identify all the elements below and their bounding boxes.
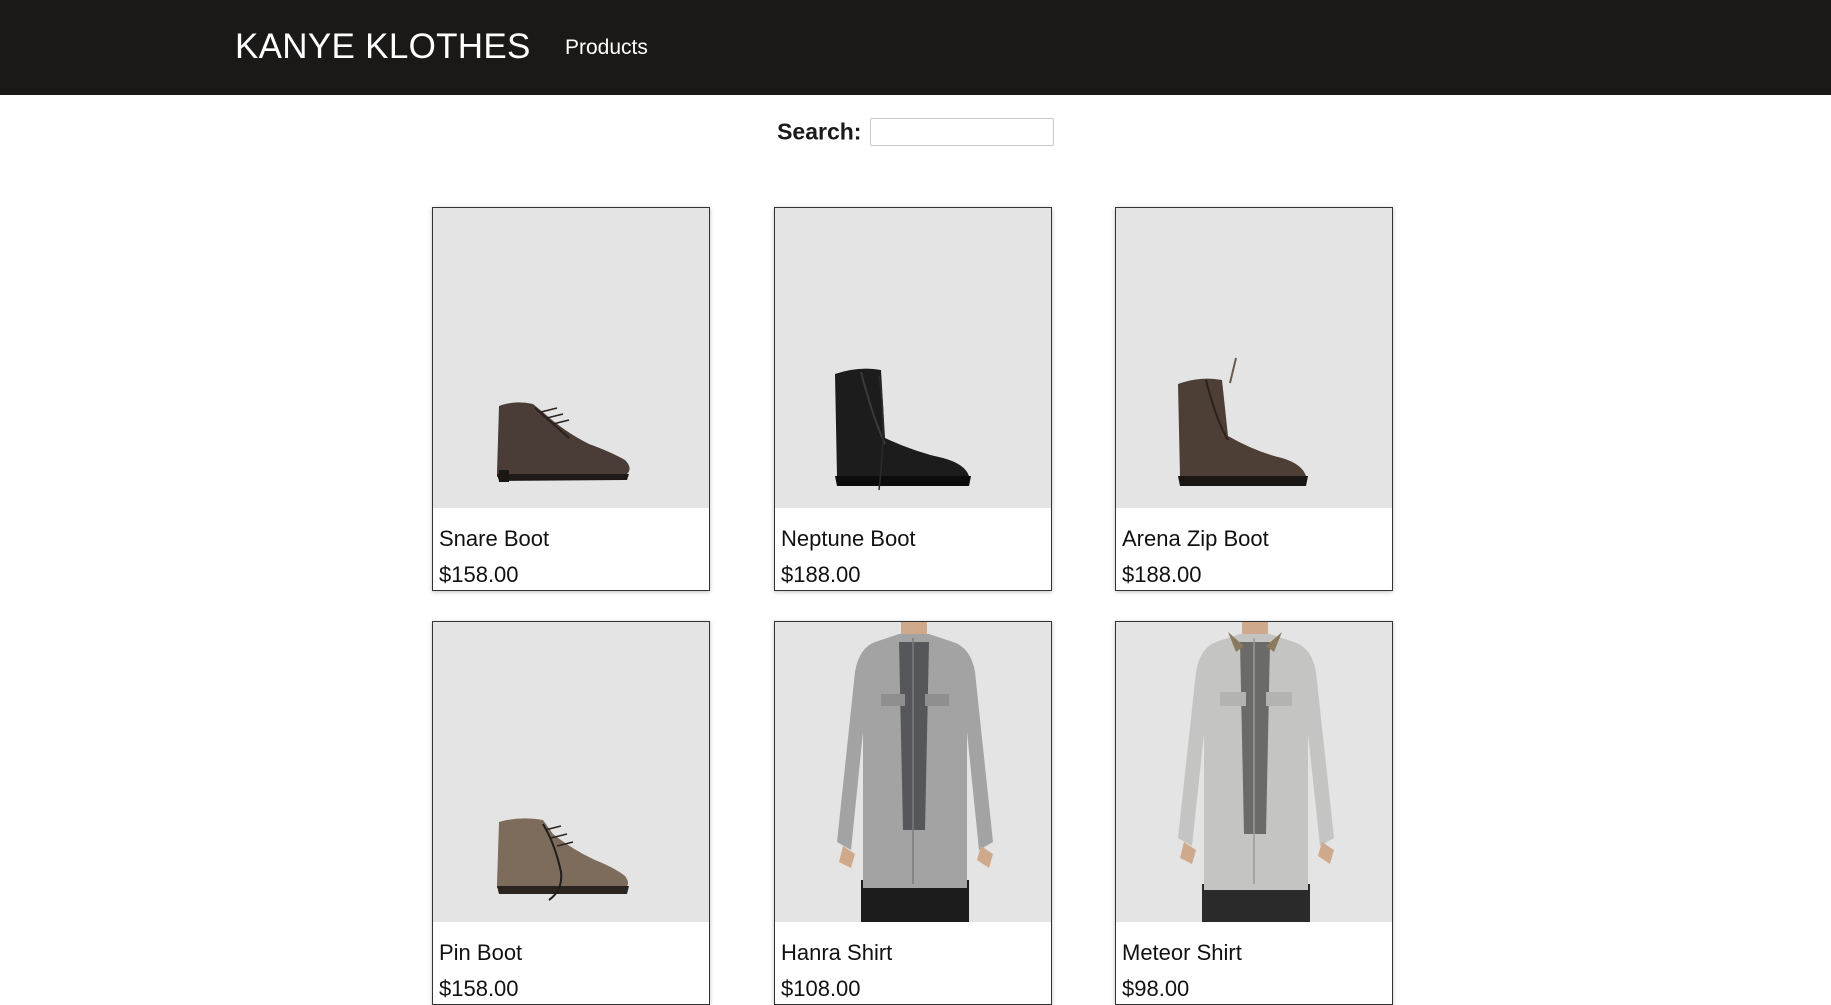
product-price: $188.00 [1122,562,1202,587]
product-name[interactable]: Snare Boot [439,526,549,552]
product-price: $98.00 [1122,976,1190,1001]
product-price: $158.00 [439,562,519,587]
product-image[interactable] [1116,208,1392,508]
product-card[interactable]: Snare Boot $158.00 [432,207,710,591]
product-price: $158.00 [439,976,519,1001]
product-image[interactable] [433,208,709,508]
top-navbar: KANYE KLOTHES Products [0,0,1831,95]
brand-logo-text[interactable]: KANYE KLOTHES [235,27,531,67]
shirt-icon [837,622,993,922]
product-image[interactable] [433,622,709,922]
product-card[interactable]: Pin Boot $158.00 [432,621,710,1005]
search-label: Search: [777,118,862,145]
product-name[interactable]: Pin Boot [439,940,522,966]
boot-icon [1178,357,1308,486]
shirt-icon [1178,622,1334,922]
search-bar: Search: [0,118,1831,146]
product-image[interactable] [1116,622,1392,922]
boot-icon [497,402,630,482]
product-name[interactable]: Meteor Shirt [1122,940,1242,966]
product-name[interactable]: Hanra Shirt [781,940,892,966]
product-image[interactable] [775,208,1051,508]
product-card[interactable]: Hanra Shirt $108.00 [774,621,1052,1005]
boot-icon [497,818,629,901]
nav-link-products[interactable]: Products [565,36,648,60]
product-card[interactable]: Arena Zip Boot $188.00 [1115,207,1393,591]
search-input[interactable] [869,118,1054,146]
boot-icon [835,368,971,491]
product-price: $188.00 [781,562,861,587]
product-card[interactable]: Neptune Boot $188.00 [774,207,1052,591]
product-name[interactable]: Arena Zip Boot [1122,526,1269,552]
product-image[interactable] [775,622,1051,922]
product-card[interactable]: Meteor Shirt $98.00 [1115,621,1393,1005]
product-name[interactable]: Neptune Boot [781,526,916,552]
product-price: $108.00 [781,976,861,1001]
